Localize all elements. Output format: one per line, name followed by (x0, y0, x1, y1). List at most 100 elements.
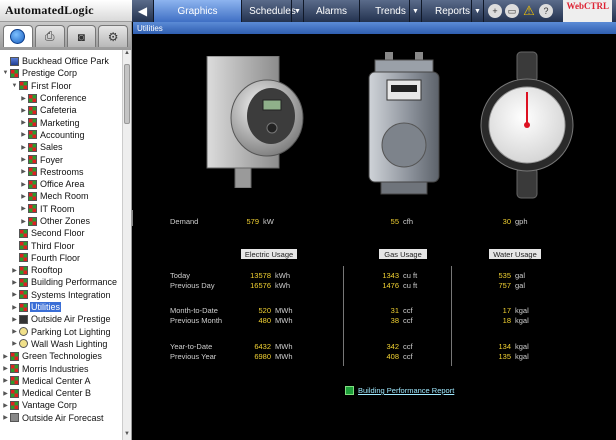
building-performance-report-link[interactable]: Building Performance Report (345, 386, 454, 395)
tree-item[interactable]: ▼ Prestige Corp (0, 67, 122, 79)
expand-icon[interactable]: ▶ (11, 304, 18, 311)
add-icon[interactable]: + (488, 4, 502, 18)
tree-item[interactable]: ▶ Sales (0, 141, 122, 153)
tree-item[interactable]: ▶ Parking Lot Lighting (0, 326, 122, 338)
tree-item-label: First Floor (31, 80, 72, 91)
tree-item[interactable]: ▶ Medical Center B (0, 387, 122, 399)
expand-icon[interactable]: ▶ (20, 218, 27, 225)
tab-reports[interactable]: Reports ▼ (422, 0, 484, 22)
tree-item-label: Prestige Corp (22, 68, 78, 79)
tree-item[interactable]: ▶ Wall Wash Lighting (0, 338, 122, 350)
print-icon[interactable]: ▭ (505, 4, 519, 18)
expand-icon[interactable]: ▶ (2, 414, 9, 421)
collapse-icon[interactable]: ▼ (2, 70, 9, 76)
tree-item-label: Office Area (40, 179, 85, 190)
equipment-icon (19, 253, 28, 263)
tree-item[interactable]: ▶ Vantage Corp (0, 399, 122, 411)
tree-item[interactable]: ▶ Systems Integration (0, 289, 122, 301)
tree-item[interactable]: ▶ Utilities (0, 301, 122, 313)
help-icon[interactable]: ? (539, 4, 553, 18)
chevron-down-icon[interactable]: ▼ (471, 0, 483, 22)
tree-item[interactable]: ▶ Restrooms (0, 166, 122, 178)
tree-item[interactable]: ▶ Outside Air Prestige (0, 313, 122, 325)
expand-icon[interactable]: ▶ (20, 95, 27, 102)
sidebar-tab-groups[interactable]: ◙ (66, 25, 97, 47)
tree-item[interactable]: ▶ Medical Center A (0, 375, 122, 387)
tree-scrollbar[interactable]: ▲ ▼ (122, 50, 131, 440)
expand-icon[interactable]: ▶ (20, 168, 27, 175)
expand-icon[interactable]: ▶ (2, 402, 9, 409)
tree-item[interactable]: ▼ First Floor (0, 80, 122, 92)
tab-graphics[interactable]: Graphics (154, 0, 242, 22)
expand-icon[interactable]: ▶ (20, 156, 27, 163)
expand-icon[interactable]: ▶ (2, 365, 9, 372)
expand-icon[interactable]: ▶ (20, 107, 27, 114)
tree-item[interactable]: ▶ Rooftop (0, 264, 122, 276)
tree-item-label: Buckhead Office Park (22, 56, 109, 67)
collapse-icon[interactable]: ▼ (11, 83, 18, 89)
forecast-icon (10, 413, 19, 423)
expand-icon[interactable]: ▶ (20, 193, 27, 200)
report-link-text[interactable]: Building Performance Report (358, 386, 454, 395)
tree-item[interactable]: ▶ Cafeteria (0, 104, 122, 116)
tab-trends-label: Trends (375, 5, 406, 17)
expand-icon[interactable]: ▶ (11, 328, 18, 335)
logo-text: AutomatedLogic (5, 3, 94, 17)
expand-icon[interactable]: ▶ (20, 131, 27, 138)
breadcrumb-text: Utilities (137, 23, 163, 33)
tree-item[interactable]: ▶ Foyer (0, 153, 122, 165)
scroll-thumb[interactable] (124, 64, 130, 124)
tree-item[interactable]: ▶ Outside Air Forecast (0, 412, 122, 424)
scroll-up-icon[interactable]: ▲ (123, 50, 131, 59)
electric-meter-icon (206, 56, 304, 188)
tree-item[interactable]: ▶ Mech Room (0, 190, 122, 202)
tree-item[interactable]: ▶ Building Performance (0, 276, 122, 288)
expand-icon[interactable]: ▶ (2, 353, 9, 360)
tab-graphics-label: Graphics (177, 5, 218, 17)
electric-usage-value: 16576 (250, 281, 271, 290)
tree-item[interactable]: ▶ Accounting (0, 129, 122, 141)
sidebar-tab-system[interactable]: ⚙ (98, 25, 128, 47)
gas-usage-unit: cu ft (403, 271, 418, 280)
expand-icon[interactable]: ▶ (20, 119, 27, 126)
tab-alarms[interactable]: Alarms (304, 0, 360, 22)
electric-usage-value: 6432 (254, 342, 271, 351)
expand-icon[interactable]: ▶ (11, 340, 18, 347)
expand-icon[interactable]: ▶ (11, 279, 18, 286)
chevron-down-icon[interactable]: ▼ (291, 0, 303, 22)
demand-water-unit: gph (515, 217, 528, 226)
sidebar-tab-geographic[interactable] (3, 25, 33, 47)
expand-icon[interactable]: ▶ (11, 291, 18, 298)
tree-item[interactable]: ▶ IT Room (0, 203, 122, 215)
tab-schedules[interactable]: Schedules ▼ (242, 0, 304, 22)
expand-icon[interactable]: ▶ (20, 144, 27, 151)
tree-item[interactable]: ▶ Green Technologies (0, 350, 122, 362)
tree-item[interactable]: ▶ Morris Industries (0, 362, 122, 374)
tree-item[interactable]: ▶ Conference (0, 92, 122, 104)
back-arrow-icon[interactable]: ◀ (132, 0, 154, 22)
tree-item[interactable]: Second Floor (0, 227, 122, 239)
scroll-down-icon[interactable]: ▼ (123, 431, 131, 440)
warning-icon[interactable]: ⚠ (522, 3, 536, 18)
water-usage-value: 535 (498, 271, 511, 280)
expand-icon[interactable]: ▶ (20, 205, 27, 212)
tree-item[interactable]: ▶ Office Area (0, 178, 122, 190)
tree-item[interactable]: ▶ Other Zones (0, 215, 122, 227)
tab-trends[interactable]: Trends ▼ (360, 0, 422, 22)
sidebar-tab-network[interactable]: ⎙ (34, 25, 65, 47)
geographic-tree: Buckhead Office Park ▼ Prestige Corp ▼ First… (0, 50, 122, 440)
tree-item[interactable]: Buckhead Office Park (0, 55, 122, 67)
expand-icon[interactable]: ▶ (2, 390, 9, 397)
expand-icon[interactable]: ▶ (2, 377, 9, 384)
tree-item[interactable]: Third Floor (0, 239, 122, 251)
expand-icon[interactable]: ▶ (20, 181, 27, 188)
tree-item[interactable]: ▶ Marketing (0, 116, 122, 128)
expand-icon[interactable]: ▶ (11, 267, 18, 274)
chevron-down-icon[interactable]: ▼ (409, 0, 421, 22)
water-usage-value: 17 (502, 306, 511, 315)
expand-icon[interactable]: ▶ (11, 316, 18, 323)
tree-item[interactable]: Fourth Floor (0, 252, 122, 264)
water-usage-header-label: Water Usage (493, 249, 537, 259)
gas-usage-header-label: Gas Usage (384, 249, 422, 259)
webctrl-app: AutomatedLogic ◀ Graphics Schedules ▼ Ala… (0, 0, 616, 440)
